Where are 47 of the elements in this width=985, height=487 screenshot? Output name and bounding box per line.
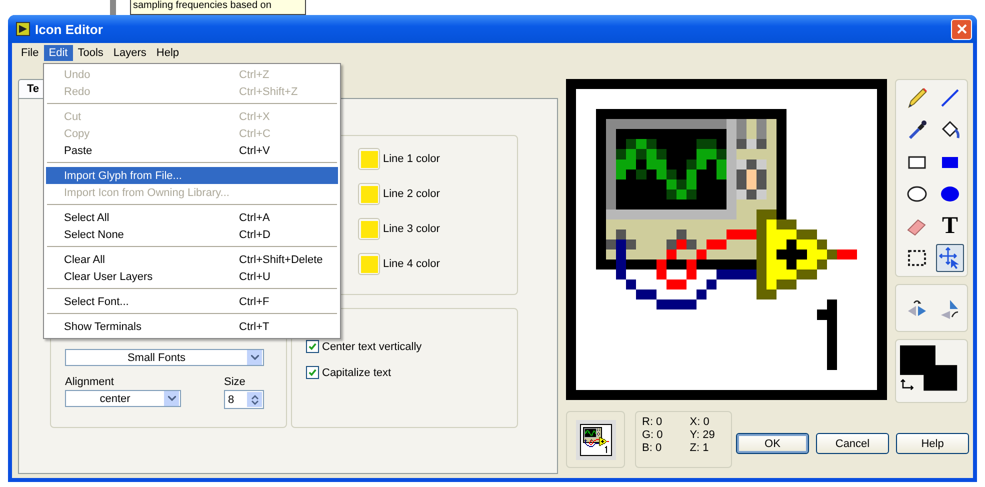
close-button[interactable] [951, 18, 972, 40]
checkbox-label: Capitalize text [322, 366, 392, 378]
position-readout: Y: 29 [690, 429, 715, 442]
swap-arrows-icon[interactable] [900, 378, 914, 390]
menu-entry[interactable]: Select None Ctrl+D [46, 226, 338, 243]
icon-pixel-drawing[interactable] [566, 79, 887, 400]
dialog-button[interactable]: OK [736, 433, 809, 454]
menu-item[interactable]: Edit [44, 44, 73, 60]
swatch-label: Line 2 color [383, 188, 440, 200]
color-readout: B: 0 [642, 442, 663, 455]
icon-preview-drawing [576, 420, 616, 460]
app-icon [16, 22, 30, 36]
menu-entry[interactable]: Select Font... Ctrl+F [46, 293, 338, 310]
alignment-label: Alignment [65, 376, 115, 388]
color-readout: R: 0 [642, 416, 663, 429]
size-spinner[interactable]: 8 [224, 390, 264, 409]
position-readout: Z: 1 [690, 442, 710, 455]
background-color-swatch[interactable] [924, 365, 958, 391]
checkbox-label: Center text vertically [322, 340, 422, 352]
swatch-label: Line 1 color [383, 153, 440, 165]
menu-item[interactable]: Tools [72, 44, 108, 60]
swatch-label: Line 4 color [383, 258, 440, 270]
font-dropdown[interactable]: Small Fonts [65, 349, 264, 366]
dialog-button[interactable]: Cancel [816, 433, 889, 454]
spinner-arrows-icon [247, 392, 262, 407]
checkbox[interactable] [306, 366, 319, 379]
text-tool[interactable]: T [936, 212, 964, 240]
menu-item[interactable]: File [16, 44, 44, 60]
size-label: Size [224, 376, 246, 388]
menu-item[interactable]: Help [151, 44, 184, 60]
menu-entry[interactable]: Paste Ctrl+V [46, 142, 338, 159]
menu-item[interactable]: Layers [108, 44, 152, 60]
menu-entry[interactable]: Show Terminals Ctrl+T [46, 318, 338, 335]
menu-entry[interactable]: Import Glyph from File... [46, 167, 338, 184]
diagram-note: sampling frequencies based on [130, 0, 306, 15]
menu-entry[interactable]: Clear All Ctrl+Shift+Delete [46, 251, 338, 268]
menu-entry[interactable]: Select All Ctrl+A [46, 209, 338, 226]
window-title: Icon Editor [35, 22, 104, 36]
position-readout: X: 0 [690, 416, 710, 429]
alignment-dropdown[interactable]: center [65, 390, 181, 407]
close-icon [956, 24, 966, 34]
dialog-button[interactable]: Help [896, 433, 969, 454]
move-icon[interactable] [936, 244, 964, 272]
color-readout: G: 0 [642, 429, 663, 442]
menu-entry[interactable]: Clear User Layers Ctrl+U [46, 268, 338, 285]
checkbox[interactable] [306, 340, 319, 353]
swatch-label: Line 3 color [383, 223, 440, 235]
